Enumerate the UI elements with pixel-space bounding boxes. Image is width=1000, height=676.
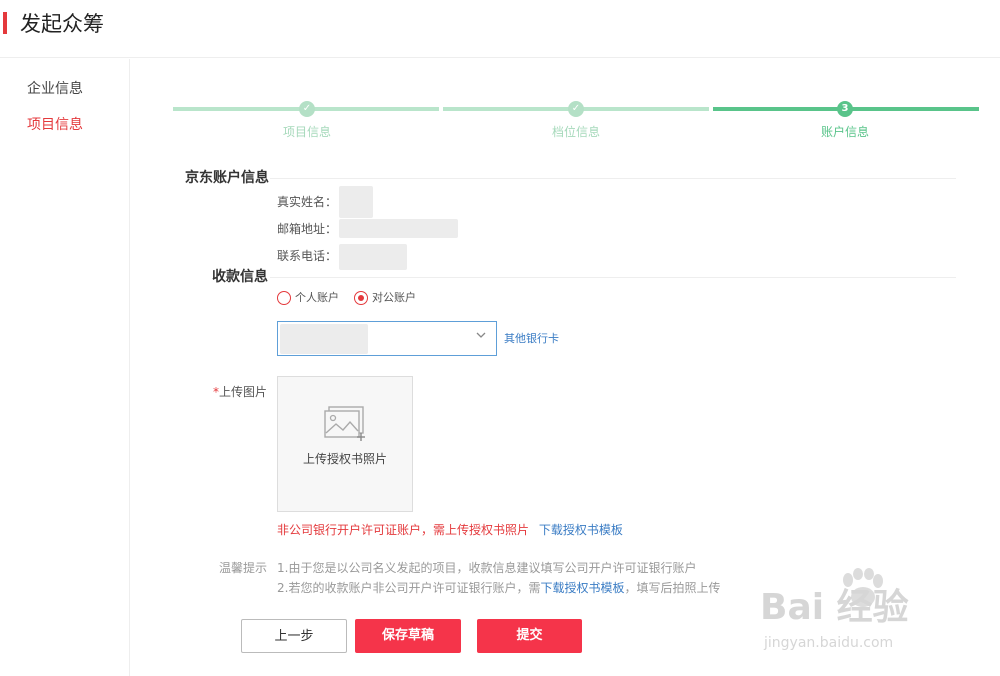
tip-line-1: 1.由于您是以公司名义发起的项目，收款信息建议填写公司开户许可证银行账户 [277, 561, 697, 575]
title-accent-bar [3, 12, 7, 34]
image-add-icon [324, 406, 365, 441]
page-header: 发起众筹 [0, 0, 1000, 58]
upload-warning: 非公司银行开户许可证账户，需上传授权书照片 下载授权书模板 [277, 522, 623, 538]
tip-line-2-before: 2.若您的收款账户非公司开户许可证银行账户，需 [277, 581, 541, 595]
step-2-check-icon: ✓ [568, 101, 584, 117]
watermark-main-text: Bai 经验 [760, 587, 909, 628]
real-name-value-redacted [339, 186, 373, 218]
section-divider [270, 277, 956, 278]
bank-account-select[interactable] [277, 321, 497, 356]
chevron-down-icon [476, 330, 486, 343]
sidebar-item-project-info[interactable]: 项目信息 [27, 115, 83, 135]
tip-line-2-after: ，填写后拍照上传 [624, 581, 721, 595]
payment-section-title: 收款信息 [212, 269, 268, 285]
save-draft-button[interactable]: 保存草稿 [355, 619, 461, 653]
other-bank-card-link[interactable]: 其他银行卡 [504, 332, 559, 346]
step-3-number: 3 [837, 101, 853, 117]
step-3-label: 账户信息 [820, 125, 869, 139]
baidu-watermark: Bai 经验 jingyan.baidu.com [760, 568, 990, 664]
page-title: 发起众筹 [20, 12, 104, 36]
download-template-link[interactable]: 下载授权书模板 [539, 523, 623, 537]
phone-label: 联系电话： [277, 249, 338, 263]
phone-value-redacted [339, 244, 407, 270]
real-name-label: 真实姓名： [277, 195, 338, 209]
email-label: 邮箱地址： [277, 222, 338, 236]
upload-authorization-photo[interactable]: 上传授权书照片 [277, 376, 413, 512]
radio-corporate-label[interactable]: 对公账户 [372, 290, 416, 306]
step-2-label: 档位信息 [551, 125, 600, 139]
tips-label: 温馨提示 [219, 561, 268, 575]
upload-label: *上传图片 [213, 384, 267, 400]
section-divider [270, 178, 956, 179]
email-value-redacted [339, 219, 458, 238]
tip-download-template-link[interactable]: 下载授权书模板 [540, 581, 624, 595]
step-1-label: 项目信息 [282, 125, 331, 139]
sidebar-item-company-info[interactable]: 企业信息 [27, 79, 83, 99]
previous-step-button[interactable]: 上一步 [241, 619, 347, 653]
watermark-url: jingyan.baidu.com [764, 635, 894, 651]
upload-label-text: 上传图片 [219, 385, 268, 399]
submit-button[interactable]: 提交 [477, 619, 582, 653]
step-1-check-icon: ✓ [299, 101, 315, 117]
radio-corporate-account[interactable] [354, 291, 368, 305]
progress-steps: ✓ ✓ 3 项目信息 档位信息 账户信息 [173, 98, 979, 142]
upload-warning-text: 非公司银行开户许可证账户，需上传授权书照片 [277, 523, 530, 537]
radio-personal-account[interactable] [277, 291, 291, 305]
tip-line-2: 2.若您的收款账户非公司开户许可证银行账户，需下载授权书模板，填写后拍照上传 [277, 580, 720, 596]
sidebar: 企业信息 项目信息 [0, 59, 130, 676]
radio-personal-label[interactable]: 个人账户 [295, 290, 339, 306]
bank-account-value-redacted [280, 324, 368, 354]
account-section-title: 京东账户信息 [185, 170, 269, 186]
upload-box-text: 上传授权书照片 [302, 452, 387, 466]
